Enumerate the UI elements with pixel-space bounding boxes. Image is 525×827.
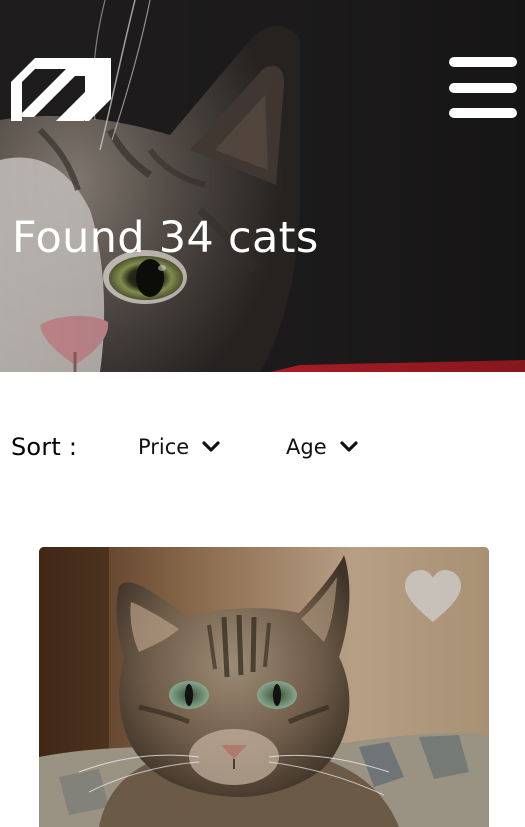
heart-icon[interactable] xyxy=(403,569,463,624)
chevron-down-icon xyxy=(340,441,358,452)
brand-logo-icon[interactable] xyxy=(11,58,111,121)
sort-by-price-button[interactable]: Price xyxy=(138,432,220,462)
results-count-title: Found 34 cats xyxy=(12,213,319,263)
hamburger-menu-icon[interactable] xyxy=(449,57,517,119)
cat-card[interactable] xyxy=(39,547,489,827)
sort-by-age-button[interactable]: Age xyxy=(286,432,358,462)
menu-bar-middle xyxy=(449,83,517,93)
menu-bar-top xyxy=(449,57,517,67)
sort-option-label: Age xyxy=(286,435,327,459)
chevron-down-icon xyxy=(202,441,220,452)
sort-bar: Sort : Price Age xyxy=(0,372,525,522)
sort-label: Sort : xyxy=(11,433,78,461)
hero-header: Found 34 cats xyxy=(0,0,525,372)
menu-bar-bottom xyxy=(449,108,517,118)
hero-cat-photo xyxy=(0,0,525,372)
sort-option-label: Price xyxy=(138,435,190,459)
